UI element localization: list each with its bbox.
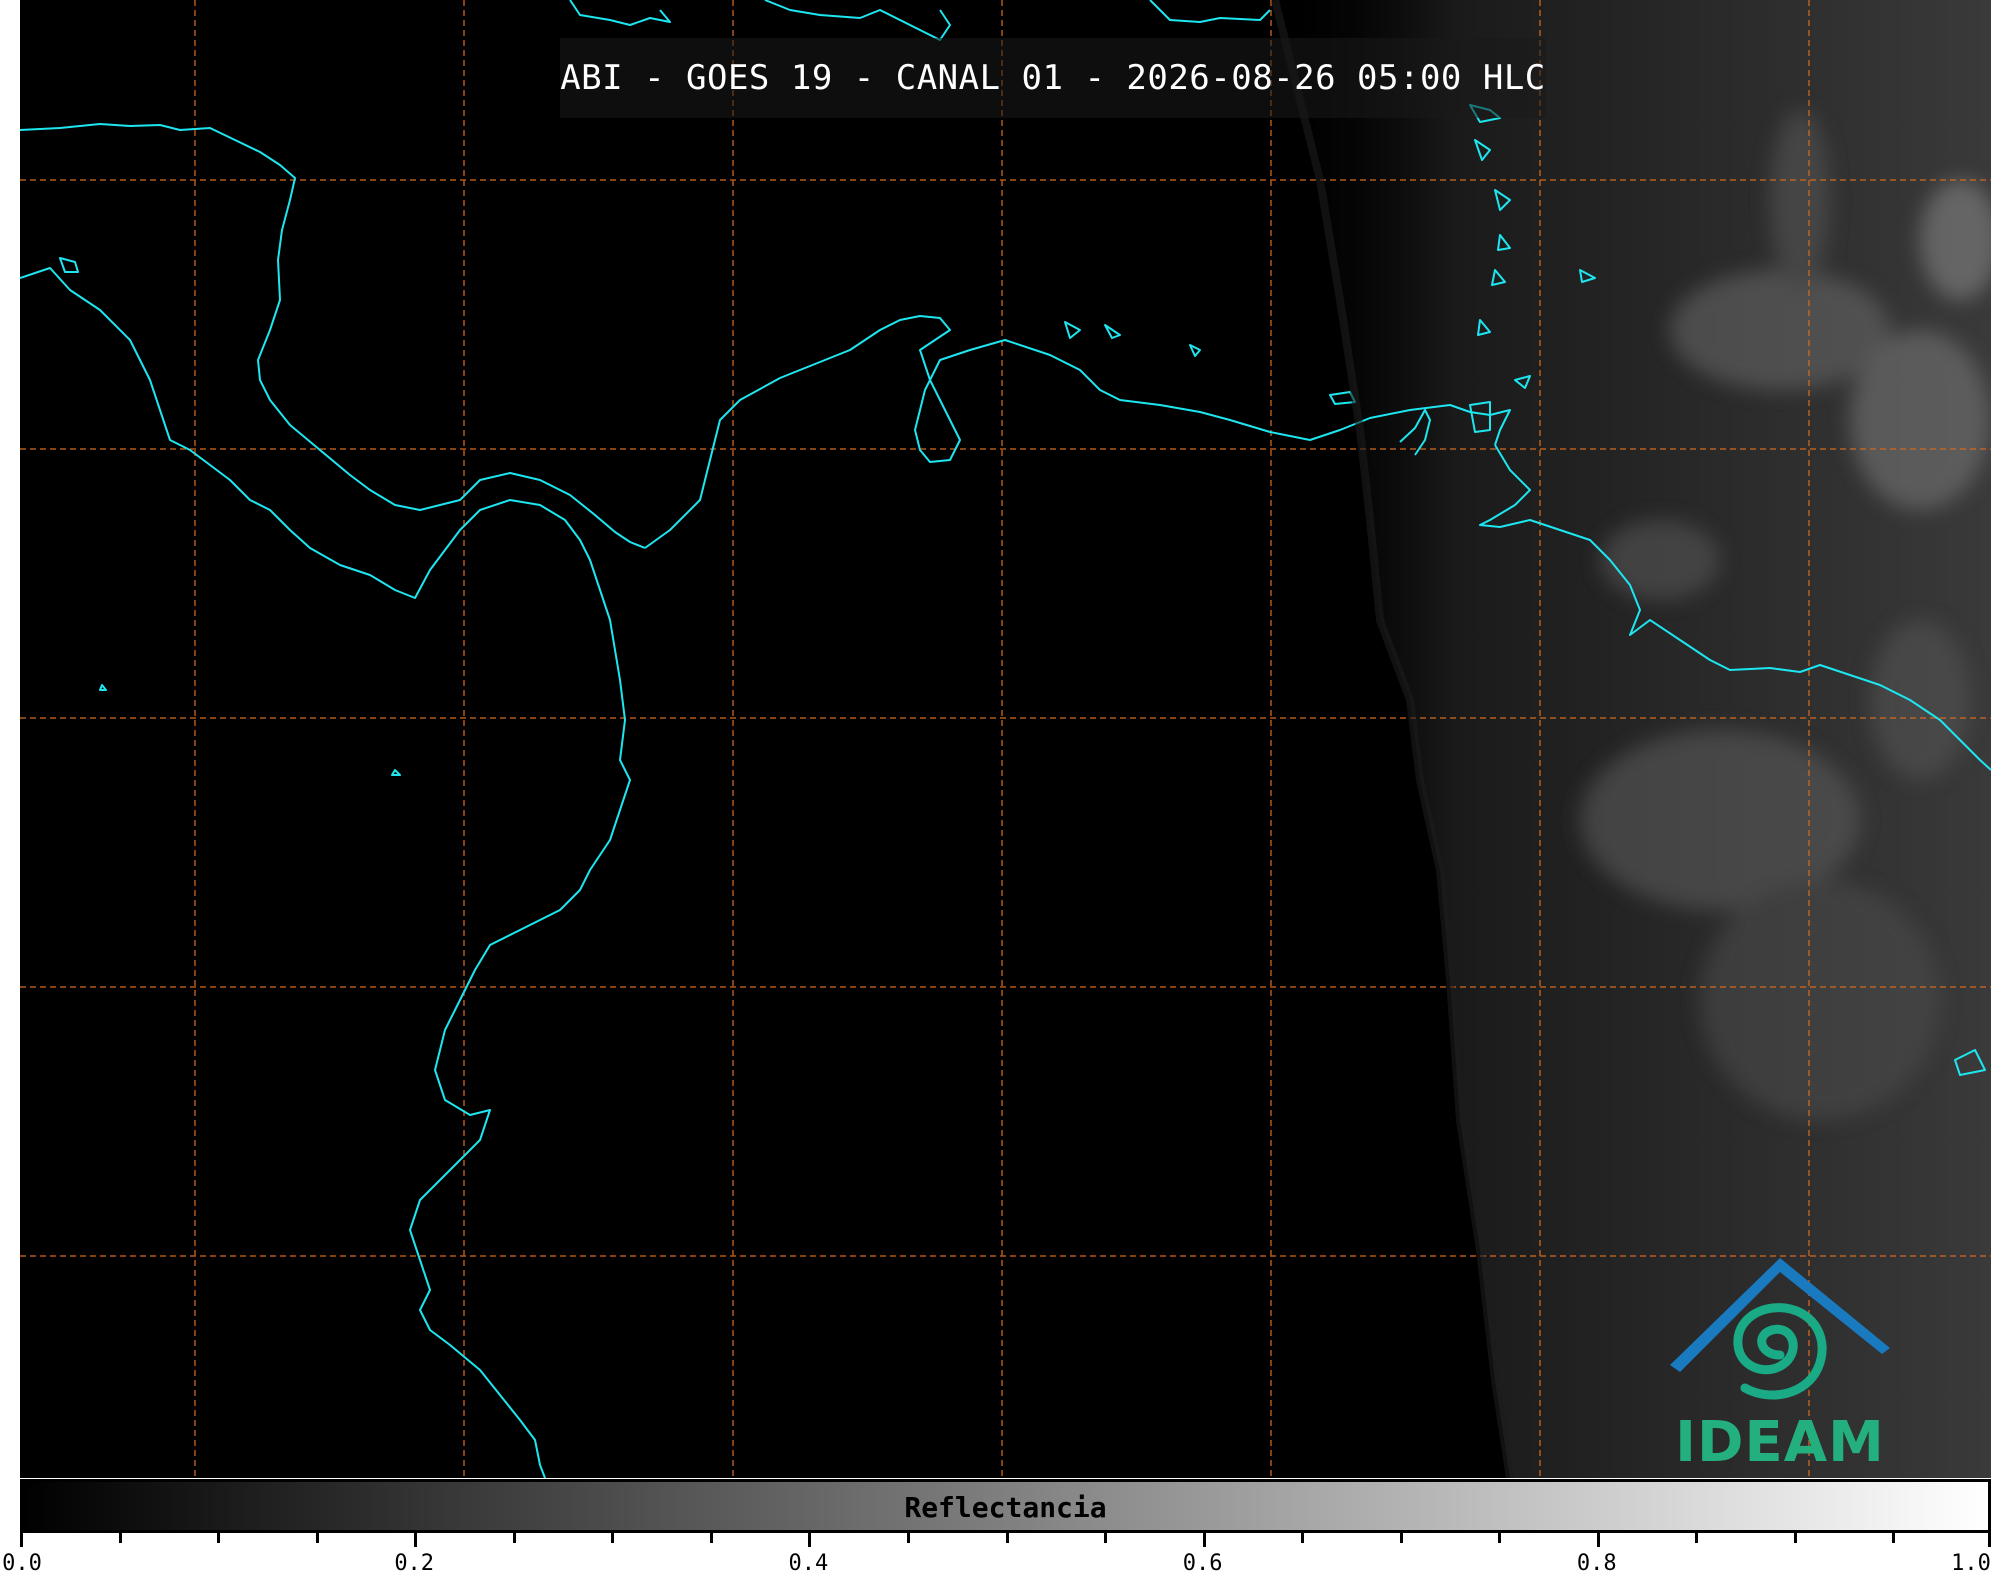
colorbar-tick bbox=[217, 1533, 221, 1543]
island-pacific-1 bbox=[99, 684, 107, 691]
island-pacific-2 bbox=[391, 769, 401, 776]
ideam-logo-icon bbox=[1670, 1258, 1890, 1400]
colorbar-tick bbox=[1892, 1533, 1896, 1543]
colorbar: Reflectancia bbox=[20, 1479, 1991, 1533]
colorbar-tick bbox=[20, 1533, 23, 1547]
island-curacao bbox=[1104, 324, 1121, 339]
colorbar-tick bbox=[611, 1533, 615, 1543]
colorbar-tick bbox=[414, 1533, 418, 1547]
colorbar-tick bbox=[709, 1533, 713, 1543]
coast-antilles-top3 bbox=[1149, 0, 1271, 23]
colorbar-tick-label: 0.6 bbox=[1182, 1551, 1223, 1576]
colorbar-tick bbox=[1301, 1533, 1305, 1543]
coast-central-america bbox=[20, 123, 646, 549]
colorbar-tick-label: 0.8 bbox=[1576, 1551, 1617, 1576]
colorbar-tick bbox=[512, 1533, 516, 1543]
satellite-map[interactable]: ABI - GOES 19 - CANAL 01 - 2026-08-26 05… bbox=[20, 0, 1991, 1478]
colorbar-tick bbox=[1202, 1533, 1206, 1547]
colorbar-tick-label: 0.0 bbox=[2, 1551, 42, 1576]
colorbar-label: Reflectancia bbox=[904, 1491, 1107, 1524]
colorbar-tick bbox=[1988, 1533, 1991, 1547]
colorbar-tick bbox=[1104, 1533, 1108, 1543]
colorbar-tick-label: 0.4 bbox=[788, 1551, 829, 1576]
ideam-logo-text: IDEAM bbox=[1675, 1410, 1885, 1475]
colorbar-tick-label: 0.2 bbox=[394, 1551, 435, 1576]
colorbar-ticks: 0.0 0.2 0.4 0.6 0.8 1.0 bbox=[2, 1533, 1991, 1577]
colorbar-tick-label: 1.0 bbox=[1951, 1551, 1991, 1576]
ideam-logo: IDEAM bbox=[1660, 1250, 1900, 1478]
colorbar-tick bbox=[808, 1533, 812, 1547]
coast-antilles-top2 bbox=[764, 0, 951, 41]
colorbar-tick bbox=[1498, 1533, 1502, 1543]
colorbar-tick bbox=[315, 1533, 319, 1543]
coast-antilles-top bbox=[569, 0, 671, 26]
colorbar-tick bbox=[1695, 1533, 1699, 1543]
island-yucatan bbox=[59, 257, 79, 273]
map-title: ABI - GOES 19 - CANAL 01 - 2026-08-26 05… bbox=[560, 38, 1546, 118]
colorbar-tick bbox=[906, 1533, 910, 1543]
colorbar-tick bbox=[1793, 1533, 1797, 1543]
island-bonaire bbox=[1189, 344, 1201, 357]
colorbar-tick bbox=[1005, 1533, 1009, 1543]
colorbar-tick bbox=[1399, 1533, 1403, 1543]
colorbar-tick bbox=[1596, 1533, 1600, 1547]
island-aruba bbox=[1064, 321, 1081, 339]
colorbar-tick bbox=[118, 1533, 122, 1543]
